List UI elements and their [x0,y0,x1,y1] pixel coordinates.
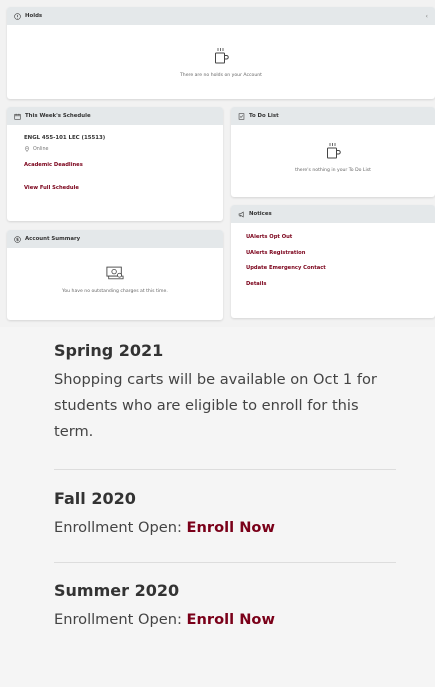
course-location: Online [33,146,49,152]
account-summary-card: $ Account Summary You have no outstandin… [7,230,223,320]
term-message-line: Shopping carts will be available on Oct … [54,371,377,388]
term-summer-2020: Summer 2020 Enrollment Open: Enroll Now [54,581,396,633]
todo-title: To Do List [249,113,279,119]
calendar-icon [14,113,21,120]
view-full-schedule-link[interactable]: View Full Schedule [24,185,223,191]
schedule-header: This Week's Schedule [7,107,223,125]
todo-header: To Do List [231,107,435,125]
notices-title: Notices [249,211,272,217]
academic-deadlines-link[interactable]: Academic Deadlines [24,162,223,168]
checklist-icon [238,112,245,120]
todo-empty-state: there's nothing in your To Do List [231,142,435,173]
holds-title: Holds [25,13,43,19]
enrollment-status: Enrollment Open: Enroll Now [54,515,396,541]
account-summary-header: $ Account Summary [7,230,223,248]
ualerts-registration-link[interactable]: UAlerts Registration [246,250,435,256]
notice-details-link[interactable]: Details [246,281,435,287]
term-spring-2021: Spring 2021 Shopping carts will be avail… [54,341,396,445]
todo-empty-text: there's nothing in your To Do List [295,168,371,173]
account-empty-text: You have no outstanding charges at this … [62,289,168,294]
enrollment-status-label: Enrollment Open: [54,519,187,536]
notices-card: Notices UAlerts Opt Out UAlerts Registra… [231,205,435,318]
term-title: Spring 2021 [54,341,164,360]
term-title: Summer 2020 [54,581,180,600]
info-circle-icon [14,12,21,20]
location-pin-icon [24,146,30,152]
term-fall-2020: Fall 2020 Enrollment Open: Enroll Now [54,489,396,541]
term-message-line: students who are eligible to enroll for … [54,397,359,414]
update-emergency-contact-link[interactable]: Update Emergency Contact [246,265,435,271]
ualerts-opt-out-link[interactable]: UAlerts Opt Out [246,234,435,240]
svg-text:$: $ [16,237,19,242]
enrollment-status-label: Enrollment Open: [54,611,187,628]
money-bill-icon [106,265,124,280]
dollar-circle-icon: $ [14,235,21,243]
account-summary-title: Account Summary [25,236,81,242]
term-divider [54,469,396,470]
holds-empty-state: There are no holds on your Account [7,47,435,78]
holds-empty-text: There are no holds on your Account [180,73,262,78]
holds-card: Holds ‹ There are no holds on your Accou… [7,7,435,99]
coffee-mug-icon [325,142,341,162]
enrollment-status: Enrollment Open: Enroll Now [54,607,396,633]
todo-card: To Do List there's nothing in your To Do… [231,107,435,197]
coffee-mug-icon [213,47,229,67]
notices-header: Notices [231,205,435,223]
megaphone-icon [238,210,245,218]
term-title: Fall 2020 [54,489,136,508]
enroll-now-link[interactable]: Enroll Now [187,519,275,536]
collapse-chevron-icon[interactable]: ‹ [426,13,428,20]
term-message: Shopping carts will be available on Oct … [54,367,396,445]
enroll-now-link[interactable]: Enroll Now [187,611,275,628]
course-name: ENGL 455-101 LEC (15513) [24,135,106,141]
term-divider [54,562,396,563]
schedule-card: This Week's Schedule ENGL 455-101 LEC (1… [7,107,223,221]
schedule-title: This Week's Schedule [25,113,91,119]
term-message-line: term. [54,423,94,440]
account-empty-state: You have no outstanding charges at this … [7,265,223,294]
holds-header: Holds ‹ [7,7,435,25]
